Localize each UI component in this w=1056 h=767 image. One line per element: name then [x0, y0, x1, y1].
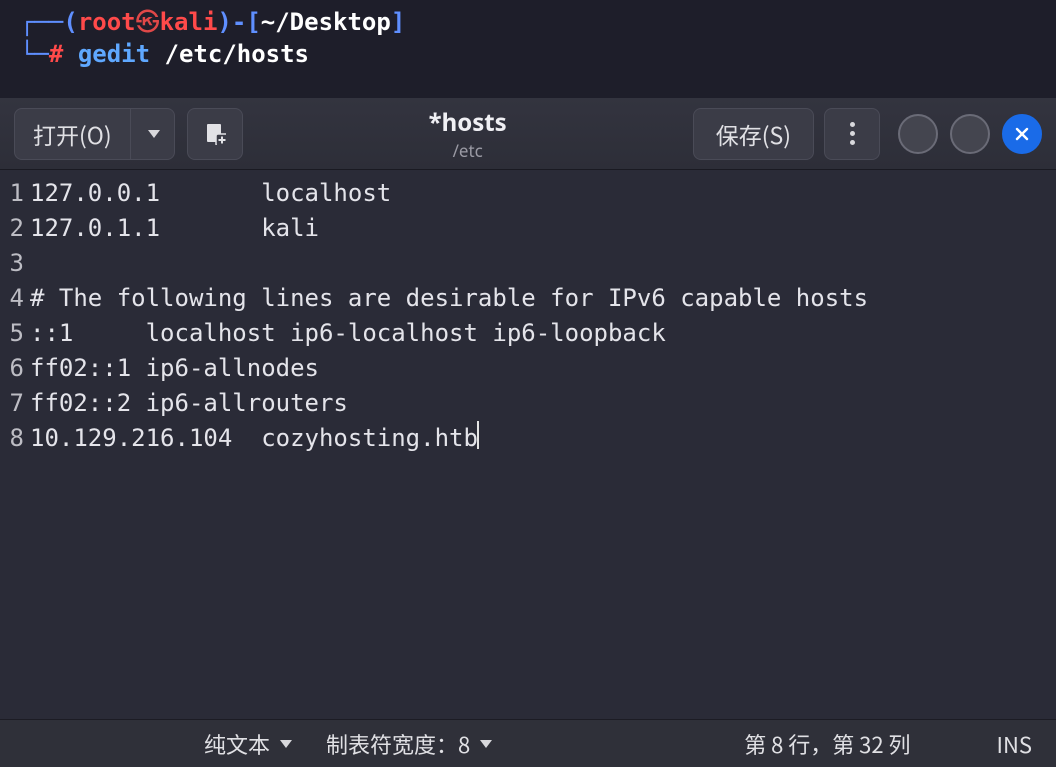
prompt-path: ~/Desktop — [261, 8, 391, 36]
new-document-button[interactable] — [187, 108, 243, 160]
terminal-prompt: ┌──(root㉿kali)-[~/Desktop] └─# gedit /et… — [0, 0, 1056, 81]
line-number: 5 — [0, 316, 30, 351]
editor-line: 1127.0.0.1 localhost — [0, 176, 1056, 211]
new-document-icon — [204, 123, 226, 145]
maximize-icon — [962, 126, 978, 142]
syntax-mode-label: 纯文本 — [204, 728, 270, 760]
editor-line: 4# The following lines are desirable for… — [0, 281, 1056, 316]
line-number: 8 — [0, 421, 30, 456]
prompt-line-1: ┌──(root㉿kali)-[~/Desktop] — [20, 6, 1036, 38]
close-icon — [1014, 126, 1030, 142]
line-text: ff02::2 ip6-allrouters — [30, 386, 348, 421]
close-button[interactable] — [1002, 114, 1042, 154]
line-number: 6 — [0, 351, 30, 386]
minimize-icon — [910, 126, 926, 142]
open-recent-dropdown[interactable] — [131, 108, 175, 160]
cursor-position: 第 8 行，第 32 列 — [744, 728, 910, 760]
syntax-mode-selector[interactable]: 纯文本 — [204, 728, 292, 760]
editor-line: 810.129.216.104 cozyhosting.htb — [0, 421, 1056, 456]
tab-width-label: 制表符宽度：8 — [326, 728, 470, 760]
minimize-button[interactable] — [898, 114, 938, 154]
gedit-statusbar: 纯文本 制表符宽度：8 第 8 行，第 32 列 INS — [0, 719, 1056, 767]
terminal-command: gedit — [78, 40, 150, 68]
editor-line: 3 — [0, 246, 1056, 281]
line-number: 3 — [0, 246, 30, 281]
line-number: 1 — [0, 176, 30, 211]
line-text: # The following lines are desirable for … — [30, 281, 868, 316]
prompt-symbol: # — [49, 40, 63, 68]
gedit-window: 打开(O) *hosts /etc 保存(S) — [0, 98, 1056, 767]
chevron-down-icon — [280, 740, 292, 748]
insert-mode[interactable]: INS — [997, 728, 1032, 760]
open-label: 打开(O) — [33, 117, 112, 151]
save-button[interactable]: 保存(S) — [693, 108, 814, 160]
editor-area[interactable]: 1127.0.0.1 localhost 2127.0.1.1 kali 3 4… — [0, 170, 1056, 719]
open-button-group: 打开(O) — [14, 108, 175, 160]
maximize-button[interactable] — [950, 114, 990, 154]
line-text: 127.0.1.1 kali — [30, 211, 319, 246]
document-path: /etc — [453, 139, 483, 162]
tab-width-selector[interactable]: 制表符宽度：8 — [326, 728, 492, 760]
gedit-headerbar: 打开(O) *hosts /etc 保存(S) — [0, 98, 1056, 170]
kebab-icon — [850, 122, 855, 145]
prompt-user: root — [78, 8, 136, 36]
line-number: 2 — [0, 211, 30, 246]
document-title: *hosts — [429, 106, 507, 139]
save-label: 保存(S) — [716, 117, 791, 151]
line-text: 127.0.0.1 localhost — [30, 176, 391, 211]
editor-line: 6ff02::1 ip6-allnodes — [0, 351, 1056, 386]
skull-icon: ㉿ — [136, 8, 160, 36]
chevron-down-icon — [148, 130, 160, 138]
editor-line: 2127.0.1.1 kali — [0, 211, 1056, 246]
line-text: ff02::1 ip6-allnodes — [30, 351, 319, 386]
editor-line: 7ff02::2 ip6-allrouters — [0, 386, 1056, 421]
open-button[interactable]: 打开(O) — [14, 108, 131, 160]
line-text: 10.129.216.104 cozyhosting.htb — [30, 421, 478, 456]
prompt-host: kali — [160, 8, 218, 36]
title-area: *hosts /etc — [253, 106, 683, 162]
terminal-argument: /etc/hosts — [165, 40, 310, 68]
window-controls — [898, 114, 1042, 154]
line-number: 7 — [0, 386, 30, 421]
line-number: 4 — [0, 281, 30, 316]
hamburger-menu-button[interactable] — [824, 108, 880, 160]
editor-line: 5::1 localhost ip6-localhost ip6-loopbac… — [0, 316, 1056, 351]
prompt-line-2: └─# gedit /etc/hosts — [20, 38, 1036, 70]
chevron-down-icon — [480, 740, 492, 748]
line-text: ::1 localhost ip6-localhost ip6-loopback — [30, 316, 666, 351]
